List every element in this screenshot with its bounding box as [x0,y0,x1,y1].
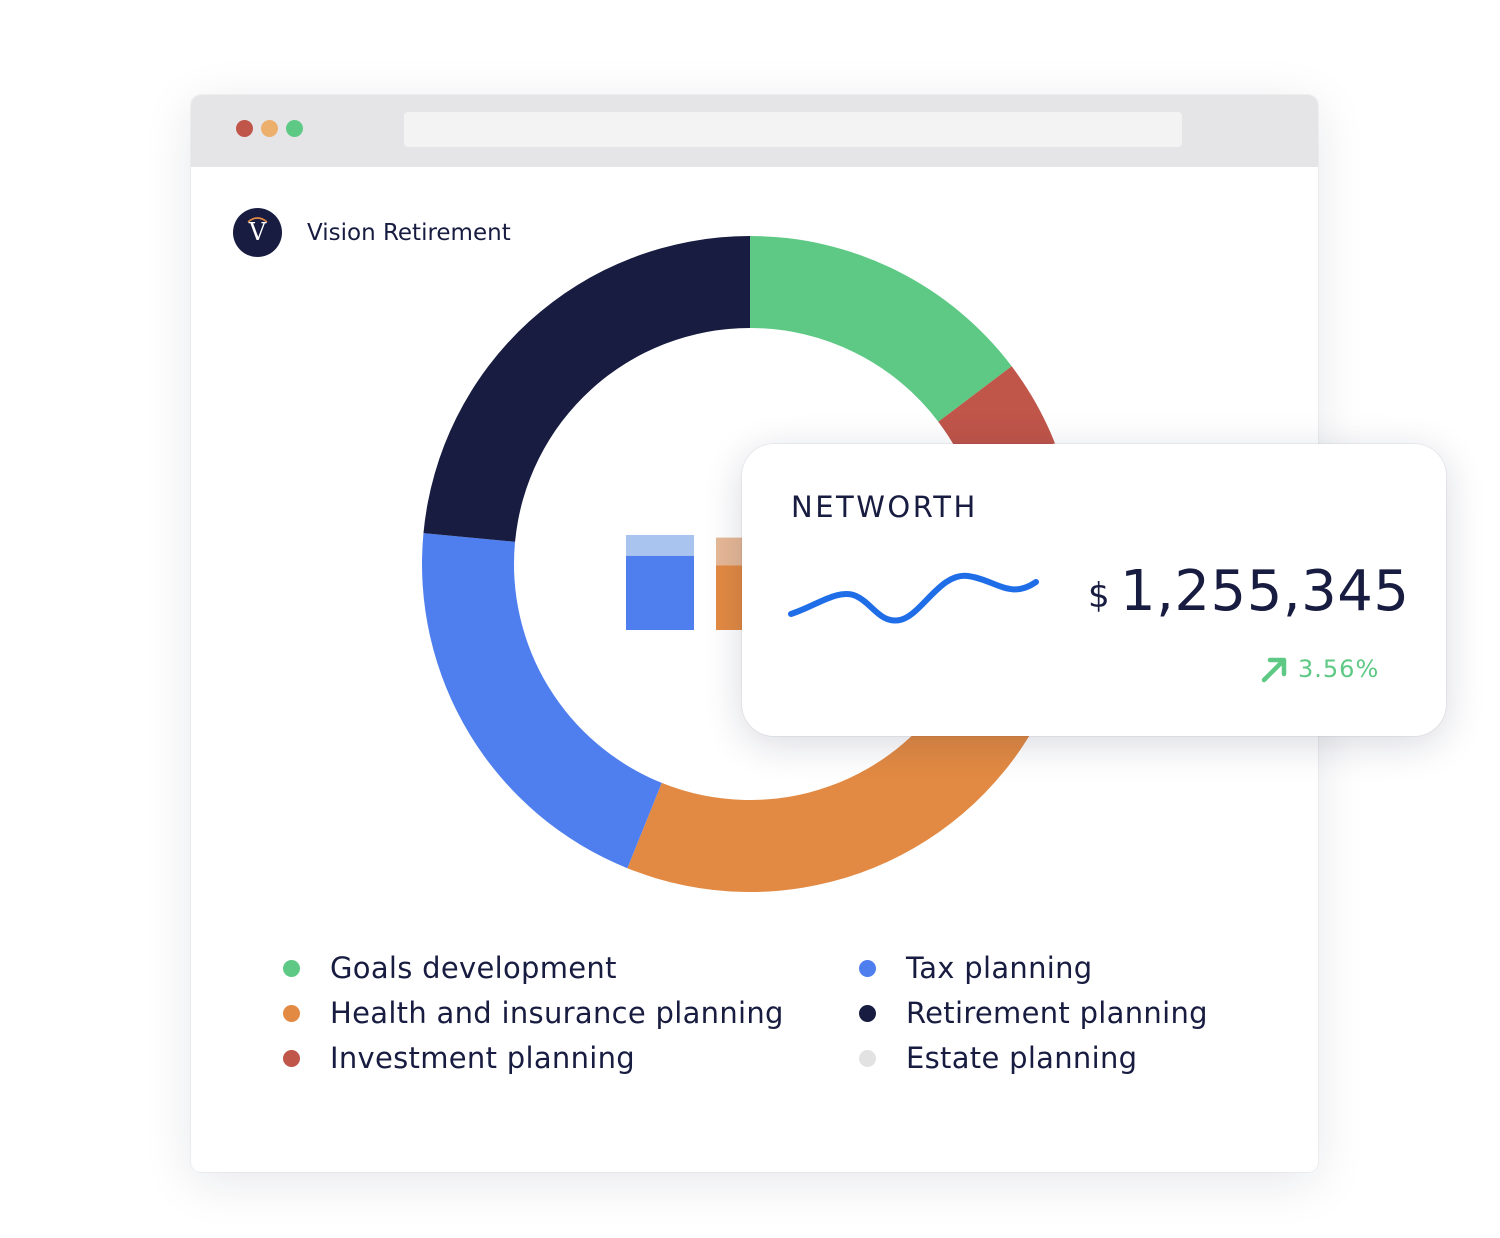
arrow-up-right-icon [1261,657,1287,683]
mini-bar-1 [626,555,694,630]
networth-change: 3.56% [1298,655,1380,683]
networth-amount: 1,255,345 [1120,559,1410,624]
donut-slice-retirement-planning[interactable] [423,236,750,542]
networth-sparkline [788,572,1039,624]
donut-slice-tax-planning[interactable] [422,533,662,869]
networth-title: NETWORTH [791,490,978,524]
networth-currency: $ [1088,576,1110,616]
networth-card: NETWORTH $ 1,255,345 3.56% [742,444,1446,736]
mini-bar-1-highlight [626,534,694,556]
donut-slice-goals-development[interactable] [750,236,1012,422]
